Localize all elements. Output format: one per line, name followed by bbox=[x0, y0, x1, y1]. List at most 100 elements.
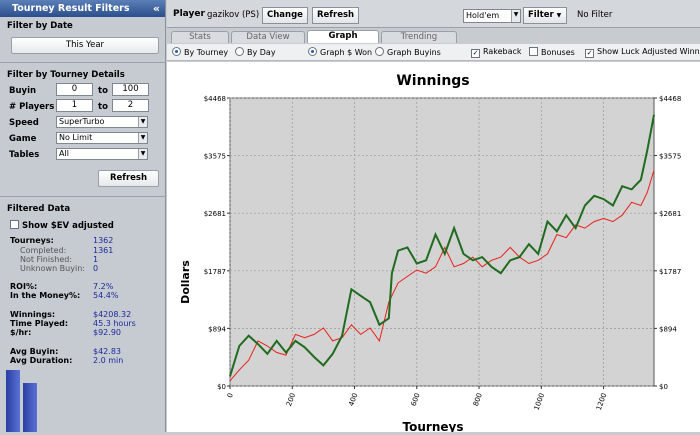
stat-value: 7.2% bbox=[93, 282, 114, 291]
stat-value: $42.83 bbox=[93, 347, 121, 356]
game-label: Game bbox=[9, 134, 37, 144]
tab-graph[interactable]: Graph bbox=[307, 30, 379, 43]
stat-label: Time Played: bbox=[10, 319, 69, 328]
graph-buyins-option[interactable]: Graph Buyins bbox=[375, 47, 441, 57]
tab-trending[interactable]: Trending bbox=[381, 31, 457, 43]
x-tick-label: 800 bbox=[472, 392, 484, 407]
refresh-filters-button[interactable]: Refresh bbox=[98, 170, 159, 187]
chevron-down-icon: ▼ bbox=[138, 149, 147, 159]
filters-panel: Tourney Result Filters « Filter by Date … bbox=[0, 0, 166, 432]
x-tick-label: 400 bbox=[347, 392, 359, 407]
stat-value: 45.3 hours bbox=[93, 319, 136, 328]
stat-label: Tourneys: bbox=[10, 236, 54, 245]
x-tick-label: 1200 bbox=[595, 392, 609, 411]
speed-select[interactable]: SuperTurbo ▼ bbox=[56, 116, 148, 128]
y-tick-label: $0 bbox=[217, 383, 226, 391]
x-tick-label: 200 bbox=[285, 392, 297, 407]
players-to-label: to bbox=[98, 102, 108, 112]
y-tick-label-right: $4468 bbox=[659, 95, 681, 103]
players-to-input[interactable]: 2 bbox=[112, 99, 149, 112]
sev-label: Show $EV adjusted bbox=[22, 221, 114, 231]
tables-select[interactable]: All ▼ bbox=[56, 148, 148, 160]
stat-label: In the Money%: bbox=[10, 291, 81, 300]
by-day-option[interactable]: By Day bbox=[235, 47, 276, 57]
checkbox-checked-icon[interactable]: ✓ bbox=[471, 49, 480, 58]
y-tick-label: $2681 bbox=[204, 210, 226, 218]
tab-data-view[interactable]: Data View bbox=[231, 31, 305, 43]
y-tick-label-right: $0 bbox=[659, 383, 668, 391]
by-tourney-option[interactable]: By Tourney bbox=[172, 47, 228, 57]
player-name: gazikov (PS) bbox=[207, 10, 260, 20]
date-range-button[interactable]: This Year bbox=[11, 37, 159, 54]
option-label: Graph $ Won bbox=[320, 48, 373, 57]
option-label: Bonuses bbox=[541, 48, 575, 57]
luck-option[interactable]: ✓Show Luck Adjusted Winnings bbox=[585, 47, 700, 58]
filtered-data-header: Filtered Data bbox=[7, 204, 71, 214]
x-axis-label: Tourneys bbox=[403, 420, 464, 432]
radio-icon[interactable] bbox=[375, 47, 384, 56]
filter-button-label: Filter bbox=[528, 10, 554, 20]
buyin-label: Buyin bbox=[9, 86, 37, 96]
stat-label: Unknown Buyin: bbox=[20, 264, 85, 273]
rakeback-option[interactable]: ✓ Rakeback bbox=[471, 47, 522, 58]
y-tick-label-right: $894 bbox=[659, 325, 677, 333]
stat-value: $92.90 bbox=[93, 328, 121, 337]
y-tick-label-right: $1787 bbox=[659, 268, 681, 276]
player-toolbar: Player gazikov (PS) Change Refresh Hold'… bbox=[167, 0, 700, 28]
buyin-from-input[interactable]: 0 bbox=[56, 83, 93, 96]
game-type-value: Hold'em bbox=[466, 11, 500, 20]
filter-by-date-header: Filter by Date bbox=[7, 21, 73, 31]
stat-label: Not Finished: bbox=[20, 255, 73, 264]
refresh-button[interactable]: Refresh bbox=[312, 7, 360, 24]
tab-stats[interactable]: Stats bbox=[171, 31, 229, 43]
speed-label: Speed bbox=[9, 118, 39, 128]
y-axis-label: Dollars bbox=[179, 260, 192, 304]
stat-label: Winnings: bbox=[10, 310, 56, 319]
sev-checkbox-row[interactable]: Show $EV adjusted bbox=[10, 220, 114, 231]
change-player-button[interactable]: Change bbox=[262, 7, 308, 24]
winnings-chart: Winnings Dollars Tourneys $0 $0 $894 $894 $1… bbox=[167, 62, 700, 434]
graph-options-bar: By Tourney By Day Graph $ Won Graph Buyi… bbox=[167, 44, 700, 61]
checkbox-icon[interactable] bbox=[529, 47, 538, 56]
radio-selected-icon[interactable] bbox=[308, 47, 317, 56]
filter-button[interactable]: Filter ▼ bbox=[523, 7, 567, 24]
x-tick-label: 0 bbox=[226, 392, 235, 399]
radio-icon[interactable] bbox=[235, 47, 244, 56]
buyin-to-input[interactable]: 100 bbox=[112, 83, 149, 96]
game-value: No Limit bbox=[59, 133, 93, 142]
tables-label: Tables bbox=[9, 150, 40, 160]
graph-won-option[interactable]: Graph $ Won bbox=[308, 47, 372, 57]
sev-checkbox[interactable] bbox=[10, 220, 19, 229]
checkbox-checked-icon[interactable]: ✓ bbox=[585, 49, 594, 58]
stat-label: $/hr: bbox=[10, 328, 32, 337]
stat-value: 1362 bbox=[93, 236, 114, 245]
panel-title-text: Tourney Result Filters bbox=[12, 3, 130, 14]
radio-selected-icon[interactable] bbox=[172, 47, 181, 56]
collapse-icon[interactable]: « bbox=[153, 0, 160, 17]
chevron-down-icon: ▼ bbox=[138, 117, 147, 127]
stat-value: 2.0 min bbox=[93, 356, 124, 365]
view-tabs: Stats Data View Graph Trending bbox=[167, 29, 700, 43]
players-label: # Players bbox=[9, 102, 55, 112]
chevron-down-icon: ▼ bbox=[556, 12, 562, 19]
game-type-select[interactable]: Hold'em ▼ bbox=[463, 9, 521, 23]
option-label: Show Luck Adjusted Winnings bbox=[597, 47, 700, 56]
tables-value: All bbox=[59, 149, 69, 158]
bar-graphic bbox=[6, 370, 20, 432]
game-select[interactable]: No Limit ▼ bbox=[56, 132, 148, 144]
x-tick-label: 600 bbox=[410, 392, 422, 407]
speed-value: SuperTurbo bbox=[59, 117, 105, 126]
stat-value: 1 bbox=[93, 255, 99, 264]
stat-value: 0 bbox=[93, 264, 99, 273]
x-tick-label: 1000 bbox=[533, 392, 547, 411]
details-header: Filter by Tourney Details bbox=[7, 70, 125, 80]
y-tick-label: $1787 bbox=[204, 268, 226, 276]
players-from-input[interactable]: 1 bbox=[56, 99, 93, 112]
panel-title: Tourney Result Filters « bbox=[0, 0, 165, 17]
option-label: By Tourney bbox=[184, 48, 229, 57]
stat-value: $4208.32 bbox=[93, 310, 132, 319]
bonuses-option[interactable]: Bonuses bbox=[529, 47, 575, 57]
chevron-down-icon: ▼ bbox=[138, 133, 147, 143]
chart-svg: Winnings Dollars Tourneys $0 $0 $894 $894 $1… bbox=[179, 73, 681, 434]
y-tick-label: $894 bbox=[208, 325, 226, 333]
